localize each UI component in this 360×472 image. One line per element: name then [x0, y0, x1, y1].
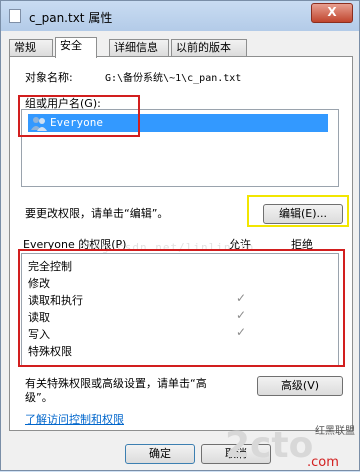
site-logo: 2cto .com 红黑联盟 [225, 424, 355, 470]
logo-domain-text: .com [307, 455, 339, 470]
edit-button[interactable]: 编辑(E)... [263, 204, 343, 224]
users-icon [31, 117, 47, 131]
allow-check-icon: ✓ [236, 308, 247, 322]
tab-security[interactable]: 安全 [55, 37, 97, 58]
permission-name: 写入 [28, 328, 50, 341]
ok-button[interactable]: 确定 [125, 444, 195, 464]
tab-details[interactable]: 详细信息 [109, 39, 169, 56]
title-bar[interactable]: c_pan.txt 属性 X [1, 1, 359, 31]
tab-previous-versions[interactable]: 以前的版本 [171, 39, 247, 56]
learn-access-control-link[interactable]: 了解访问控制和权限 [25, 411, 124, 427]
user-listbox[interactable]: Everyone [21, 109, 339, 187]
table-row: 读取 ✓ [22, 308, 338, 325]
permission-name: 读取 [28, 311, 50, 324]
object-name-label: 对象名称: [25, 71, 73, 84]
table-row: 特殊权限 [22, 342, 338, 359]
user-name: Everyone [50, 116, 103, 129]
logo-side-text: 红黑联盟 [315, 424, 355, 437]
permission-name: 读取和执行 [28, 294, 83, 307]
change-permissions-hint: 要更改权限，请单击“编辑”。 [25, 207, 169, 220]
list-item[interactable]: Everyone [28, 114, 328, 132]
close-button[interactable]: X [311, 3, 353, 23]
table-row: 写入 ✓ [22, 325, 338, 342]
table-row: 完全控制 [22, 257, 338, 274]
object-name-value: G:\备份系统\~1\c_pan.txt [105, 73, 242, 84]
advanced-button[interactable]: 高级(V) [257, 376, 343, 396]
watermark-text: blog.csdn.net/linlinlin [79, 241, 255, 254]
advanced-hint-line-2: 级”。 [25, 391, 53, 404]
deny-column-header: 拒绝 [291, 238, 313, 251]
permission-name: 修改 [28, 277, 50, 290]
table-row: 读取和执行 ✓ [22, 291, 338, 308]
permissions-list: 完全控制 修改 读取和执行 ✓ 读取 ✓ 写入 ✓ 特殊权限 [21, 253, 339, 367]
table-row: 修改 [22, 274, 338, 291]
allow-check-icon: ✓ [236, 325, 247, 339]
permission-name: 完全控制 [28, 260, 72, 273]
text-file-icon [9, 9, 21, 23]
logo-main-text: 2cto [225, 425, 313, 466]
permission-name: 特殊权限 [28, 345, 72, 358]
window-title: c_pan.txt 属性 [29, 11, 113, 25]
tab-general[interactable]: 常规 [9, 39, 53, 56]
allow-check-icon: ✓ [236, 291, 247, 305]
properties-window: c_pan.txt 属性 X 常规 安全 详细信息 以前的版本 对象名称: G:… [0, 0, 360, 471]
